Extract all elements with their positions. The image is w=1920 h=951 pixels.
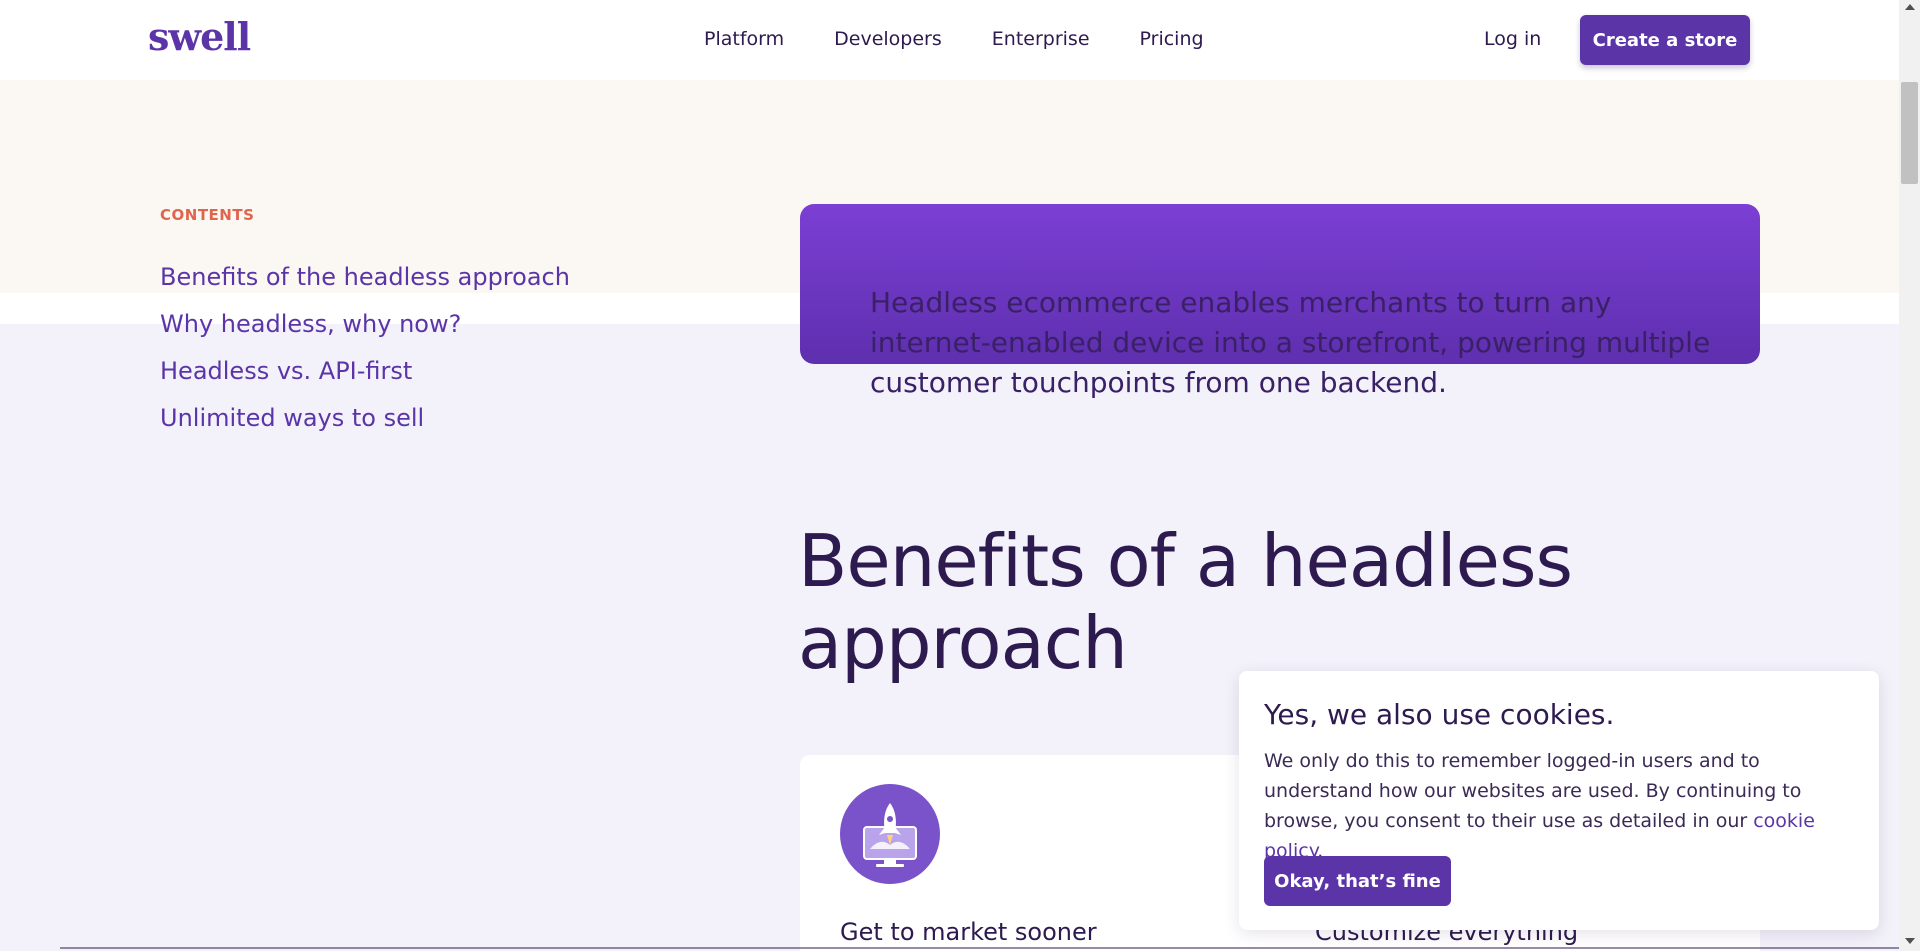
cookie-text: We only do this to remember logged-in us… [1264, 750, 1802, 832]
rocket-monitor-icon [840, 784, 940, 884]
card-title-market-sooner: Get to market sooner [840, 918, 1097, 946]
cookie-body: We only do this to remember logged-in us… [1264, 746, 1864, 866]
nav-platform[interactable]: Platform [704, 28, 784, 50]
nav-enterprise[interactable]: Enterprise [992, 28, 1090, 50]
nav-pricing[interactable]: Pricing [1140, 28, 1204, 50]
toc-item-headless-vs-api[interactable]: Headless vs. API-first [160, 356, 570, 386]
contents-heading: CONTENTS [160, 206, 255, 224]
page-bottom-edge [60, 947, 1899, 949]
intro-text: Headless ecommerce enables merchants to … [870, 286, 1711, 399]
cookie-accept-button[interactable]: Okay, that’s fine [1264, 856, 1451, 906]
login-link[interactable]: Log in [1484, 28, 1541, 50]
cookie-title: Yes, we also use cookies. [1264, 698, 1615, 731]
main-nav: Platform Developers Enterprise Pricing [704, 28, 1254, 50]
table-of-contents: Benefits of the headless approach Why he… [160, 262, 570, 450]
cookie-banner: Yes, we also use cookies. We only do thi… [1239, 671, 1879, 930]
site-header: swell Platform Developers Enterprise Pri… [0, 0, 1899, 80]
page-scrollbar[interactable] [1899, 0, 1920, 951]
toc-item-benefits[interactable]: Benefits of the headless approach [160, 262, 570, 292]
create-store-button[interactable]: Create a store [1580, 15, 1750, 65]
nav-developers[interactable]: Developers [834, 28, 942, 50]
toc-item-why-now[interactable]: Why headless, why now? [160, 309, 570, 339]
scrollbar-thumb[interactable] [1901, 82, 1918, 184]
toc-item-unlimited-ways[interactable]: Unlimited ways to sell [160, 403, 570, 433]
section-title: Benefits of a headless approach [798, 519, 1573, 685]
scroll-down-arrow-icon[interactable] [1905, 938, 1915, 944]
scroll-up-arrow-icon[interactable] [1905, 4, 1915, 10]
swell-logo[interactable]: swell [148, 14, 251, 59]
